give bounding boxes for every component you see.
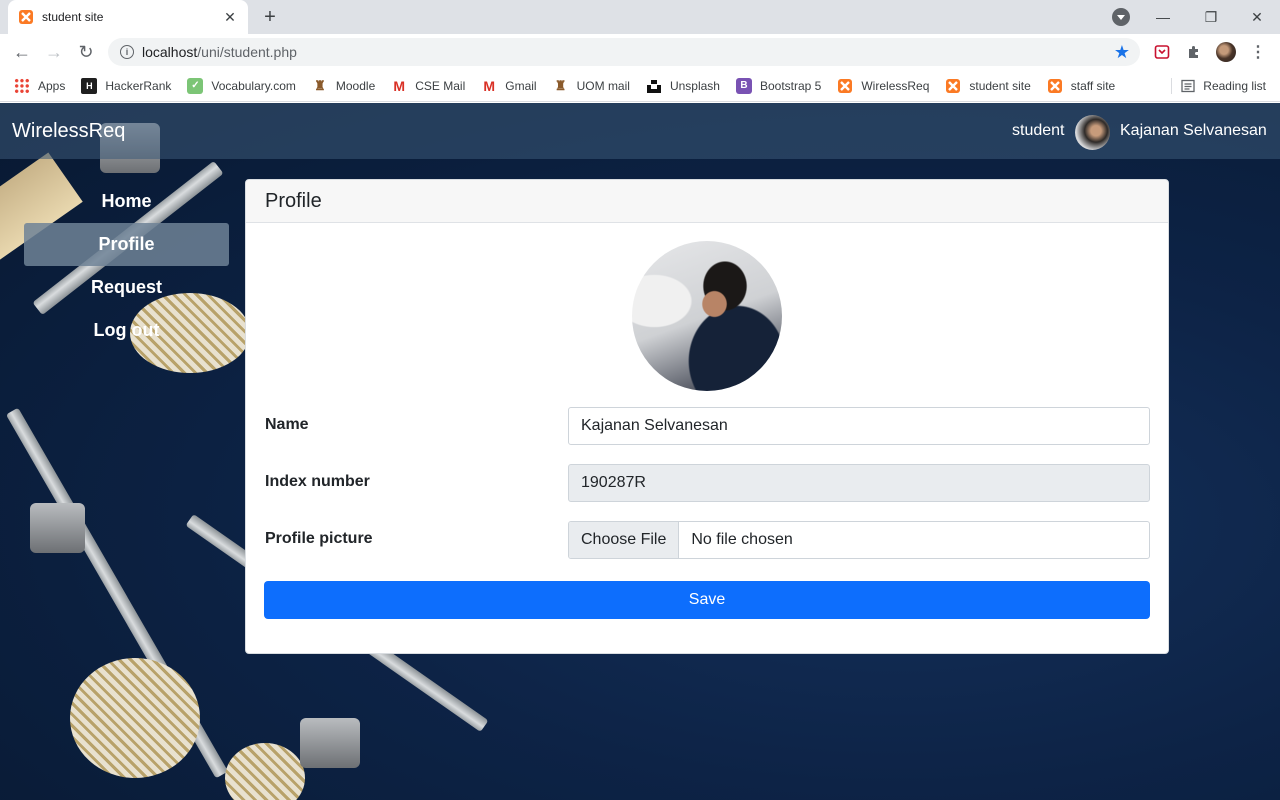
tab-strip: student site ✕ + — ❐ ✕: [0, 0, 1280, 34]
browser-tab[interactable]: student site ✕: [8, 0, 248, 34]
card-title: Profile: [246, 180, 1168, 223]
xampp-icon: [945, 78, 961, 94]
back-icon[interactable]: ←: [10, 40, 34, 64]
forward-icon[interactable]: →: [42, 40, 66, 64]
top-navbar: WirelessReq student Kajanan Selvanesan: [0, 103, 1280, 159]
gmail-icon: M: [393, 77, 406, 94]
bookmarks-bar: Apps H HackerRank ✓ Vocabulary.com ♜ Moodle…: [0, 70, 1280, 102]
bookmark-unsplash[interactable]: Unsplash: [646, 78, 720, 94]
save-button[interactable]: Save: [264, 581, 1150, 619]
sidebar-item-logout[interactable]: Log out: [24, 309, 229, 352]
gmail-icon: M: [483, 77, 496, 94]
bookmark-uom-mail[interactable]: ♜ UOM mail: [553, 78, 630, 94]
address-bar[interactable]: i localhost/uni/student.php ★: [108, 38, 1140, 66]
user-role: student: [1012, 122, 1065, 139]
choose-file-button[interactable]: Choose File: [569, 522, 680, 558]
new-tab-icon[interactable]: +: [258, 5, 282, 29]
profile-picture: [632, 241, 782, 391]
profile-picture-label: Profile picture: [265, 530, 373, 547]
tab-title: student site: [42, 10, 104, 24]
profile-picture-file-input[interactable]: Choose File No file chosen: [568, 521, 1150, 559]
bootstrap-icon: B: [735, 77, 752, 94]
tab-search-icon[interactable]: [1112, 8, 1130, 26]
bookmark-hackerrank[interactable]: H HackerRank: [81, 77, 171, 94]
profile-avatar-icon[interactable]: [1216, 42, 1236, 62]
apps-grid-icon: [14, 77, 30, 94]
close-tab-icon[interactable]: ✕: [222, 9, 238, 25]
binder-clip-decoration: [30, 503, 85, 553]
menu-kebab-icon[interactable]: ⋮: [1248, 42, 1268, 62]
uom-icon: ♜: [554, 77, 567, 93]
xampp-icon: [837, 78, 853, 94]
user-name[interactable]: Kajanan Selvanesan: [1120, 122, 1267, 140]
sidebar: Home Profile Request Log out: [24, 180, 229, 352]
restore-icon[interactable]: ❐: [1188, 0, 1234, 34]
sidebar-item-request[interactable]: Request: [24, 266, 229, 309]
binder-clip-decoration: [300, 718, 360, 768]
bookmark-star-icon[interactable]: ★: [1114, 42, 1130, 63]
bookmark-gmail[interactable]: M Gmail: [481, 78, 536, 94]
bookmark-apps[interactable]: Apps: [14, 77, 65, 94]
xampp-icon: [18, 9, 34, 25]
bookmark-cse-mail[interactable]: M CSE Mail: [391, 78, 465, 94]
browser-toolbar: ← → ↻ i localhost/uni/student.php ★ ⋮: [0, 34, 1280, 70]
file-status: No file chosen: [691, 531, 793, 548]
user-avatar[interactable]: [1075, 115, 1110, 150]
hackerrank-icon: H: [81, 77, 98, 94]
index-number-label: Index number: [265, 473, 370, 490]
index-number-field: 190287R: [568, 464, 1150, 502]
name-label: Name: [265, 416, 309, 433]
bookmark-vocabulary[interactable]: ✓ Vocabulary.com: [187, 77, 296, 94]
brand-logo[interactable]: WirelessReq: [12, 120, 125, 143]
sidebar-item-home[interactable]: Home: [24, 180, 229, 223]
washi-tape-decoration: [70, 658, 200, 778]
extensions-puzzle-icon[interactable]: [1184, 42, 1204, 62]
url-text: localhost/uni/student.php: [142, 44, 297, 60]
vocabulary-icon: ✓: [187, 77, 204, 94]
pocket-extension-icon[interactable]: [1152, 42, 1172, 62]
profile-card: Profile Name Kajanan Selvanesan Index nu…: [245, 179, 1169, 654]
name-field[interactable]: Kajanan Selvanesan: [568, 407, 1150, 445]
moodle-icon: ♜: [314, 77, 326, 93]
bookmark-staff-site[interactable]: staff site: [1047, 78, 1115, 94]
bookmark-student-site[interactable]: student site: [945, 78, 1031, 94]
sidebar-item-profile[interactable]: Profile: [24, 223, 229, 266]
bookmark-bootstrap[interactable]: B Bootstrap 5: [735, 77, 821, 94]
bookmarks-divider: [1171, 78, 1172, 94]
close-window-icon[interactable]: ✕: [1234, 0, 1280, 34]
bookmark-wirelessreq[interactable]: WirelessReq: [837, 78, 929, 94]
washi-tape-decoration: [225, 743, 305, 800]
page-background: WirelessReq student Kajanan Selvanesan H…: [0, 103, 1280, 800]
xampp-icon: [1047, 78, 1063, 94]
reload-icon[interactable]: ↻: [74, 40, 98, 64]
reading-list-icon: [1181, 79, 1195, 93]
minimize-icon[interactable]: —: [1140, 0, 1186, 34]
bookmark-moodle[interactable]: ♜ Moodle: [312, 78, 375, 94]
unsplash-icon: [646, 78, 662, 94]
info-icon[interactable]: i: [120, 45, 134, 59]
reading-list[interactable]: Reading list: [1181, 70, 1266, 102]
